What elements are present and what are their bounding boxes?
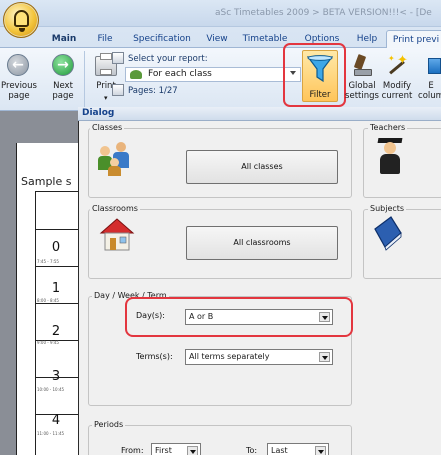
columns-button[interactable]: E colum: [418, 81, 441, 101]
period-time: 7:45 - 7:55: [37, 259, 59, 264]
document-icon: [112, 52, 124, 64]
pages-indicator: Pages: 1/27: [128, 86, 178, 96]
all-classes-button[interactable]: All classes: [186, 150, 338, 184]
select-report-label: Select your report:: [128, 54, 208, 64]
global-settings-button[interactable]: Global settings: [345, 81, 379, 101]
next-page-icon: →: [52, 54, 74, 76]
report-select[interactable]: For each class: [125, 67, 301, 82]
period-number: 1: [51, 281, 61, 296]
preview-row-divider: [35, 303, 78, 304]
chevron-down-icon[interactable]: [319, 352, 330, 362]
dialog-title-bar[interactable]: Dialog: [78, 107, 441, 121]
chevron-down-icon[interactable]: [187, 446, 198, 455]
to-label: To:: [246, 446, 258, 455]
subjects-group-label: Subjects: [368, 204, 407, 213]
book-icon: [369, 215, 405, 253]
preview-row-divider: [35, 191, 78, 192]
period-time: 10:00 - 10:45: [37, 387, 65, 392]
teachers-group-label: Teachers: [368, 123, 408, 132]
tab-file[interactable]: File: [94, 30, 116, 48]
next-page-button[interactable]: Next page: [48, 81, 78, 101]
bell-clapper: [19, 28, 25, 32]
columns-icon: [428, 58, 441, 74]
from-label: From:: [121, 446, 144, 455]
tab-timetable[interactable]: Timetable: [242, 30, 288, 48]
application-menu-button[interactable]: [3, 2, 39, 38]
terms-select-value: All terms separately: [189, 352, 270, 361]
bell-icon: [14, 10, 29, 27]
tab-print-preview[interactable]: Print previ: [386, 30, 441, 48]
periods-group-label: Periods: [92, 420, 126, 429]
modify-current-button[interactable]: Modify current: [380, 81, 414, 101]
class-icon: [130, 70, 142, 79]
period-time: 11:00 - 11:45: [37, 431, 65, 436]
pages-icon: [112, 84, 124, 96]
magic-wand-icon: ✦ ✦: [386, 54, 408, 76]
from-select-value: First: [155, 446, 172, 455]
period-time: 8:00 - 8:45: [37, 298, 59, 303]
tab-view[interactable]: View: [202, 30, 232, 48]
previous-page-icon: ←: [7, 54, 29, 76]
to-select-value: Last: [271, 446, 288, 455]
tab-main[interactable]: Main: [44, 30, 84, 48]
dialog-title: Dialog: [82, 108, 115, 118]
report-select-value: For each class: [148, 69, 212, 79]
global-settings-icon: [353, 54, 373, 77]
students-icon: [98, 140, 134, 176]
terms-select[interactable]: All terms separately: [185, 349, 333, 365]
preview-page-title: Sample s: [21, 175, 72, 188]
print-dropdown-arrow[interactable]: ▾: [104, 94, 108, 102]
preview-row-divider: [35, 229, 78, 230]
window-title: aSc Timetables 2009 > BETA VERSION!!!< -…: [215, 8, 432, 18]
terms-label: Terms(s):: [136, 352, 173, 361]
tab-help[interactable]: Help: [354, 30, 380, 48]
to-select[interactable]: Last: [267, 443, 329, 455]
previous-page-button[interactable]: Previous page: [0, 81, 38, 101]
period-number: 0: [51, 240, 61, 255]
period-number: 4: [51, 413, 61, 428]
period-number: 2: [51, 324, 61, 339]
from-select[interactable]: First: [151, 443, 201, 455]
tab-specification[interactable]: Specification: [130, 30, 194, 48]
all-classrooms-button[interactable]: All classrooms: [186, 226, 338, 260]
filter-highlight: [283, 43, 346, 107]
classes-group-label: Classes: [90, 123, 125, 132]
preview-grid-line: [35, 191, 36, 455]
ribbon-separator: [84, 51, 85, 107]
period-number: 3: [51, 369, 61, 384]
teacher-icon: [377, 138, 403, 176]
preview-row-divider: [35, 266, 78, 267]
period-time: 9:00 - 9:45: [37, 340, 59, 345]
house-icon: [99, 217, 135, 253]
chevron-down-icon[interactable]: [315, 446, 326, 455]
days-highlight: [125, 297, 353, 337]
classrooms-group-label: Classrooms: [90, 204, 140, 213]
